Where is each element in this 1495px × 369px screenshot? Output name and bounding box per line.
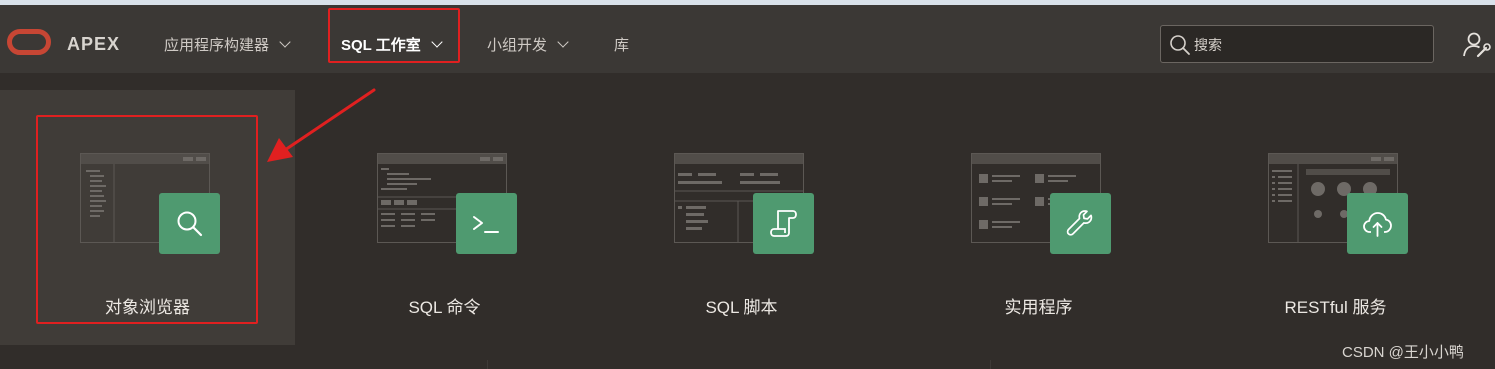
terminal-icon <box>473 216 499 233</box>
nav-app-builder[interactable]: 应用程序构建器 <box>164 32 291 56</box>
wrench-icon <box>1066 210 1093 236</box>
card-sql-scripts-label: SQL 脚本 <box>705 298 778 317</box>
nav-team-development-label: 小组开发 <box>487 36 548 54</box>
sql-commands-tile <box>456 193 517 254</box>
top-navigation-bar: APEX 应用程序构建器 SQL 工作室 小组开发 库 <box>0 5 1495 73</box>
restful-services-tile <box>1347 193 1408 254</box>
card-sql-commands-label: SQL 命令 <box>408 298 481 317</box>
nav-team-development[interactable]: 小组开发 <box>487 32 569 56</box>
card-sql-scripts[interactable]: SQL 脚本 <box>594 90 889 345</box>
sql-scripts-tile <box>753 193 814 254</box>
chevron-down-icon <box>557 35 569 48</box>
nav-gallery-label: 库 <box>614 36 630 54</box>
card-restful-services[interactable]: RESTful 服务 <box>1188 90 1483 345</box>
app-brand[interactable]: APEX <box>67 34 120 55</box>
chevron-down-icon <box>279 35 291 48</box>
search-box[interactable] <box>1160 25 1434 63</box>
grid-divider <box>487 360 488 369</box>
search-icon <box>1170 35 1190 55</box>
oracle-logo-icon[interactable] <box>7 29 51 55</box>
search-input[interactable] <box>1194 35 1424 55</box>
cloud-upload-icon <box>1363 212 1392 237</box>
scroll-icon <box>770 210 797 237</box>
annotation-highlight-object-browser <box>36 115 258 324</box>
card-restful-services-label: RESTful 服务 <box>1284 298 1387 317</box>
card-utilities[interactable]: 实用程序 <box>891 90 1186 345</box>
grid-divider <box>990 360 991 369</box>
nav-gallery[interactable]: 库 <box>614 32 629 56</box>
nav-app-builder-label: 应用程序构建器 <box>164 36 270 54</box>
annotation-highlight-sql-workshop <box>328 8 460 63</box>
utilities-tile <box>1050 193 1111 254</box>
card-utilities-label: 实用程序 <box>1004 298 1073 317</box>
user-settings-icon[interactable] <box>1463 31 1491 59</box>
watermark: CSDN @王小小鸭 <box>1342 344 1464 361</box>
annotation-arrow-icon <box>267 88 376 162</box>
